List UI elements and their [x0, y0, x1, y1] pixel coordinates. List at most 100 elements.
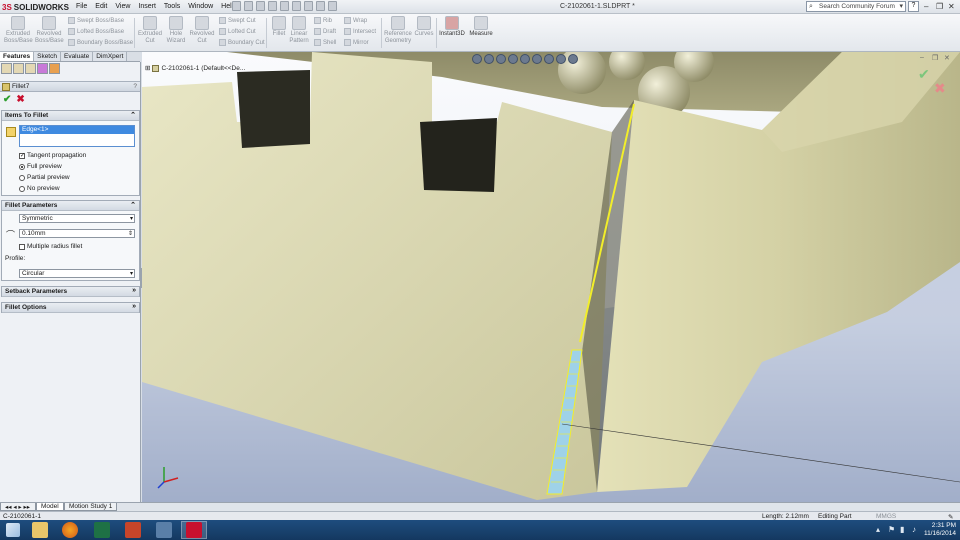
expand-icon[interactable]: ⊞ [145, 64, 150, 72]
solidworks-logo[interactable]: 3S SOLIDWORKS [2, 1, 69, 13]
options-icon[interactable] [328, 1, 337, 11]
rebuild-icon[interactable] [304, 1, 313, 11]
profile-select[interactable]: Circular ▾ [19, 269, 135, 278]
excel-icon[interactable] [94, 522, 110, 538]
tab-dimxpert[interactable]: DimXpert [93, 52, 128, 61]
zoom-area-icon[interactable] [484, 54, 494, 64]
new-document-icon[interactable] [232, 1, 241, 11]
intersect-button[interactable]: Intersect [344, 28, 376, 35]
fillet-type-select[interactable]: Symmetric ▾ [19, 214, 135, 223]
lofted-boss-button[interactable]: Lofted Boss/Base [68, 28, 124, 35]
spinner-icon[interactable]: ⇕ [128, 230, 133, 237]
scene-icon[interactable] [568, 54, 578, 64]
file-explorer-icon[interactable] [32, 522, 48, 538]
expand-chevron-icon[interactable]: » [132, 287, 136, 294]
feature-tree-icon[interactable] [1, 63, 12, 74]
tab-features[interactable]: Features [0, 52, 35, 61]
view-orientation-icon[interactable] [520, 54, 530, 64]
status-units[interactable]: MMGS [876, 513, 896, 520]
property-manager-icon[interactable] [13, 63, 24, 74]
tab-scroll-arrows[interactable]: ◂◂ ◂ ▸ ▸▸ [0, 503, 36, 511]
open-icon[interactable] [244, 1, 253, 11]
restore-icon[interactable]: ❐ [936, 2, 943, 11]
reference-geometry-button[interactable]: Reference Geometry [384, 16, 412, 45]
menu-window[interactable]: Window [184, 1, 217, 12]
extruded-cut-button[interactable]: Extruded Cut [137, 16, 163, 45]
viewport-close-icon[interactable]: ✕ [944, 54, 950, 62]
collapse-chevron-icon[interactable]: ⌃ [130, 111, 136, 119]
search-input[interactable]: ⌕ Search Community Forum ▾ [806, 1, 906, 12]
hide-show-icon[interactable] [544, 54, 554, 64]
lofted-cut-button[interactable]: Lofted Cut [219, 28, 256, 35]
close-icon[interactable]: ✕ [948, 2, 955, 11]
tab-sketch[interactable]: Sketch [34, 52, 61, 61]
rib-button[interactable]: Rib [314, 17, 332, 24]
confirmation-cancel-icon[interactable]: ✖ [934, 80, 946, 97]
curves-button[interactable]: Curves [413, 16, 435, 38]
full-preview-radio[interactable]: Full preview [19, 163, 62, 170]
fillet-options-header[interactable]: Fillet Options » [2, 303, 139, 313]
help-icon[interactable]: ? [908, 1, 919, 12]
part-model-render[interactable] [142, 52, 960, 502]
confirmation-ok-icon[interactable]: ✔ [918, 66, 930, 83]
search-dropdown-icon[interactable]: ▾ [899, 2, 903, 10]
linear-pattern-button[interactable]: Linear Pattern [288, 16, 310, 45]
tab-evaluate[interactable]: Evaluate [60, 52, 94, 61]
tangent-propagation-checkbox[interactable]: ✓ Tangent propagation [19, 152, 86, 159]
section-view-icon[interactable] [508, 54, 518, 64]
configuration-manager-icon[interactable] [25, 63, 36, 74]
revolved-boss-button[interactable]: Revolved Boss/Base [35, 16, 64, 45]
swept-cut-button[interactable]: Swept Cut [219, 17, 256, 24]
minimize-icon[interactable]: – [924, 2, 928, 11]
volume-icon[interactable]: ♪ [912, 525, 916, 534]
swept-boss-button[interactable]: Swept Boss/Base [68, 17, 124, 24]
partial-preview-radio[interactable]: Partial preview [19, 174, 70, 181]
help-icon[interactable]: ? [133, 83, 137, 90]
solidworks-taskbar-icon[interactable] [186, 522, 202, 538]
file-properties-icon[interactable] [316, 1, 325, 11]
menu-view[interactable]: View [111, 1, 134, 12]
wrap-button[interactable]: Wrap [344, 17, 367, 24]
tab-model[interactable]: Model [36, 503, 64, 511]
shell-button[interactable]: Shell [314, 39, 336, 46]
viewport-restore-icon[interactable]: ❐ [932, 54, 938, 62]
fillet-parameters-header[interactable]: Fillet Parameters ⌃ [2, 201, 139, 211]
network-icon[interactable]: ▮ [900, 525, 904, 534]
display-style-icon[interactable] [532, 54, 542, 64]
items-to-fillet-header[interactable]: Items To Fillet ⌃ [2, 111, 139, 121]
previous-view-icon[interactable] [496, 54, 506, 64]
instant3d-button[interactable]: Instant3D [438, 16, 466, 38]
menu-tools[interactable]: Tools [160, 1, 184, 12]
mirror-button[interactable]: Mirror [344, 39, 369, 46]
viewport-feature-tree[interactable]: ⊞ C-2102061-1 (Default<<De... [145, 64, 245, 72]
menu-insert[interactable]: Insert [134, 1, 160, 12]
boundary-cut-button[interactable]: Boundary Cut [219, 39, 265, 46]
revolved-cut-button[interactable]: Revolved Cut [189, 16, 215, 45]
setback-parameters-header[interactable]: Setback Parameters » [2, 287, 139, 297]
system-clock[interactable]: 2:31 PM 11/16/2014 [924, 522, 956, 538]
menu-edit[interactable]: Edit [91, 1, 111, 12]
selected-edge-item[interactable]: Edge<1> [20, 126, 134, 134]
viewport-minimize-icon[interactable]: – [920, 54, 924, 61]
print-icon[interactable] [268, 1, 277, 11]
start-icon[interactable] [6, 523, 20, 537]
no-preview-radio[interactable]: No preview [19, 185, 60, 192]
firefox-icon[interactable] [62, 522, 78, 538]
save-icon[interactable] [256, 1, 265, 11]
radius-input[interactable]: 0.10mm ⇕ [19, 229, 135, 238]
extruded-boss-button[interactable]: Extruded Boss/Base [4, 16, 33, 45]
appearance-icon[interactable] [556, 54, 566, 64]
items-to-fillet-list[interactable]: Edge<1> [19, 125, 135, 147]
boundary-boss-button[interactable]: Boundary Boss/Base [68, 39, 133, 46]
dimxpert-manager-icon[interactable] [37, 63, 48, 74]
tab-motion-study-1[interactable]: Motion Study 1 [64, 503, 118, 511]
measure-button[interactable]: Measure [468, 16, 494, 38]
menu-file[interactable]: File [72, 1, 91, 12]
graphics-viewport[interactable]: ⊞ C-2102061-1 (Default<<De... – ❐ ✕ ✔ ✖ [142, 52, 960, 502]
zoom-to-fit-icon[interactable] [472, 54, 482, 64]
hole-wizard-button[interactable]: Hole Wizard [164, 16, 188, 45]
expand-chevron-icon[interactable]: » [132, 303, 136, 310]
powerpoint-icon[interactable] [125, 522, 141, 538]
draft-button[interactable]: Draft [314, 28, 336, 35]
select-icon[interactable] [292, 1, 301, 11]
